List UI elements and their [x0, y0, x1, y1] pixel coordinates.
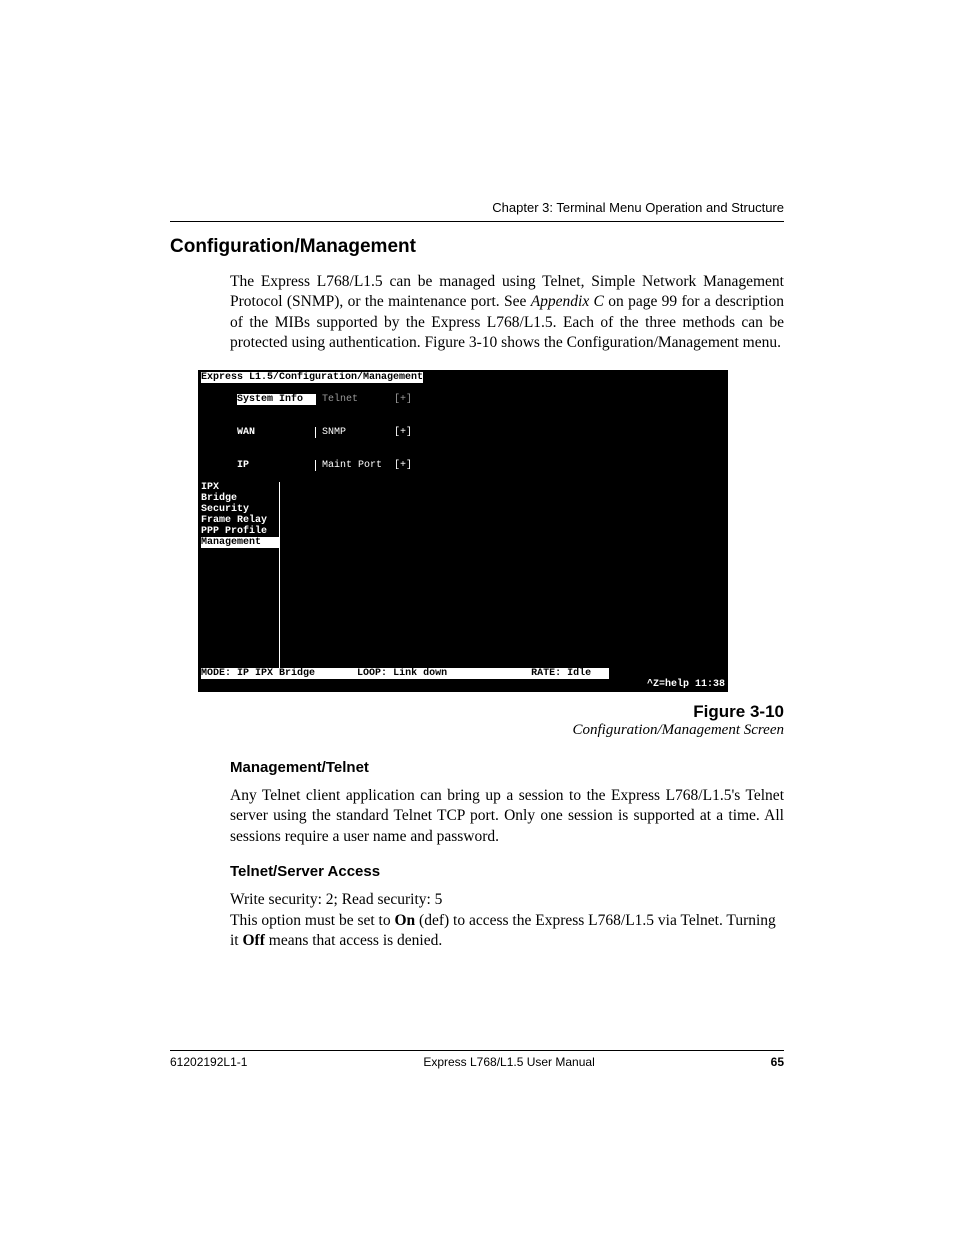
- server-access-a: This option must be set to: [230, 912, 394, 929]
- security-line: Write security: 2; Read security: 5: [230, 891, 442, 908]
- terminal-help-line: ^Z=help 11:38: [201, 679, 725, 690]
- subsection-heading: Management/Telnet: [230, 759, 784, 776]
- terminal-item-label: Maint Port: [322, 460, 382, 471]
- terminal-title: Express L1.5/Configuration/Management: [201, 372, 423, 383]
- terminal-item-telnet: Telnet [+]: [316, 394, 412, 405]
- terminal-item-snmp: SNMP [+]: [316, 427, 412, 438]
- footer-left: 61202192L1-1: [170, 1055, 247, 1069]
- terminal-item-suffix: [+]: [394, 427, 412, 438]
- status-rate-value: Idle: [567, 668, 591, 679]
- intro-paragraph: The Express L768/L1.5 can be managed usi…: [230, 272, 784, 354]
- subsection-heading: Telnet/Server Access: [230, 863, 784, 880]
- subsection-paragraph: Write security: 2; Read security: 5 This…: [230, 890, 784, 951]
- terminal-screenshot: Express L1.5/Configuration/Management Sy…: [198, 370, 728, 692]
- subsection-paragraph: Any Telnet client application can bring …: [230, 786, 784, 847]
- intro-block: The Express L768/L1.5 can be managed usi…: [230, 272, 784, 354]
- terminal-item-maint-port: Maint Port [+]: [316, 460, 412, 471]
- figure-number: Figure 3-10: [170, 702, 784, 722]
- terminal-menu-frame-relay: Frame Relay: [201, 515, 280, 526]
- terminal-menu-management: Management: [201, 537, 280, 548]
- header-rule: [170, 221, 784, 222]
- manual-page: Chapter 3: Terminal Menu Operation and S…: [0, 0, 954, 1235]
- terminal-item-suffix: [+]: [394, 460, 412, 471]
- page-footer: 61202192L1-1 Express L768/L1.5 User Manu…: [170, 1050, 784, 1069]
- footer-center: Express L768/L1.5 User Manual: [423, 1055, 594, 1069]
- terminal-menu-system-info: System Info: [237, 394, 316, 405]
- figure-title: Configuration/Management Screen: [170, 722, 784, 739]
- terminal-body-spacer: [201, 548, 725, 668]
- figure-caption: Figure 3-10 Configuration/Management Scr…: [170, 702, 784, 739]
- terminal-status-bar: MODE: IP IPX Bridge LOOP: Link down RATE…: [201, 668, 725, 679]
- status-rate-label: RATE:: [531, 668, 567, 679]
- status-mode-value: IP IPX Bridge: [237, 668, 315, 679]
- terminal-menu-bridge: Bridge: [201, 493, 280, 504]
- subsection-management-telnet: Management/Telnet Any Telnet client appl…: [230, 759, 784, 952]
- footer-page-number: 65: [771, 1055, 784, 1069]
- terminal-item-suffix: [+]: [394, 394, 412, 405]
- off-bold: Off: [243, 932, 265, 949]
- footer-rule: [170, 1050, 784, 1051]
- terminal-item-label: Telnet: [322, 394, 358, 405]
- chapter-header: Chapter 3: Terminal Menu Operation and S…: [170, 200, 784, 215]
- section-title: Configuration/Management: [170, 236, 784, 258]
- server-access-c: means that access is denied.: [265, 932, 442, 949]
- terminal-item-label: SNMP: [322, 427, 346, 438]
- status-loop-value: Link down: [393, 668, 447, 679]
- status-mode-label: MODE:: [201, 668, 237, 679]
- on-bold: On: [394, 912, 415, 929]
- terminal-menu-security: Security: [201, 504, 280, 515]
- terminal-menu-ipx: IPX: [201, 482, 280, 493]
- status-loop-label: LOOP:: [357, 668, 393, 679]
- appendix-reference: Appendix C: [531, 293, 604, 310]
- terminal-menu-wan: WAN: [237, 427, 316, 438]
- terminal-menu-ppp-profile: PPP Profile: [201, 526, 280, 537]
- terminal-menu-ip: IP: [237, 460, 316, 471]
